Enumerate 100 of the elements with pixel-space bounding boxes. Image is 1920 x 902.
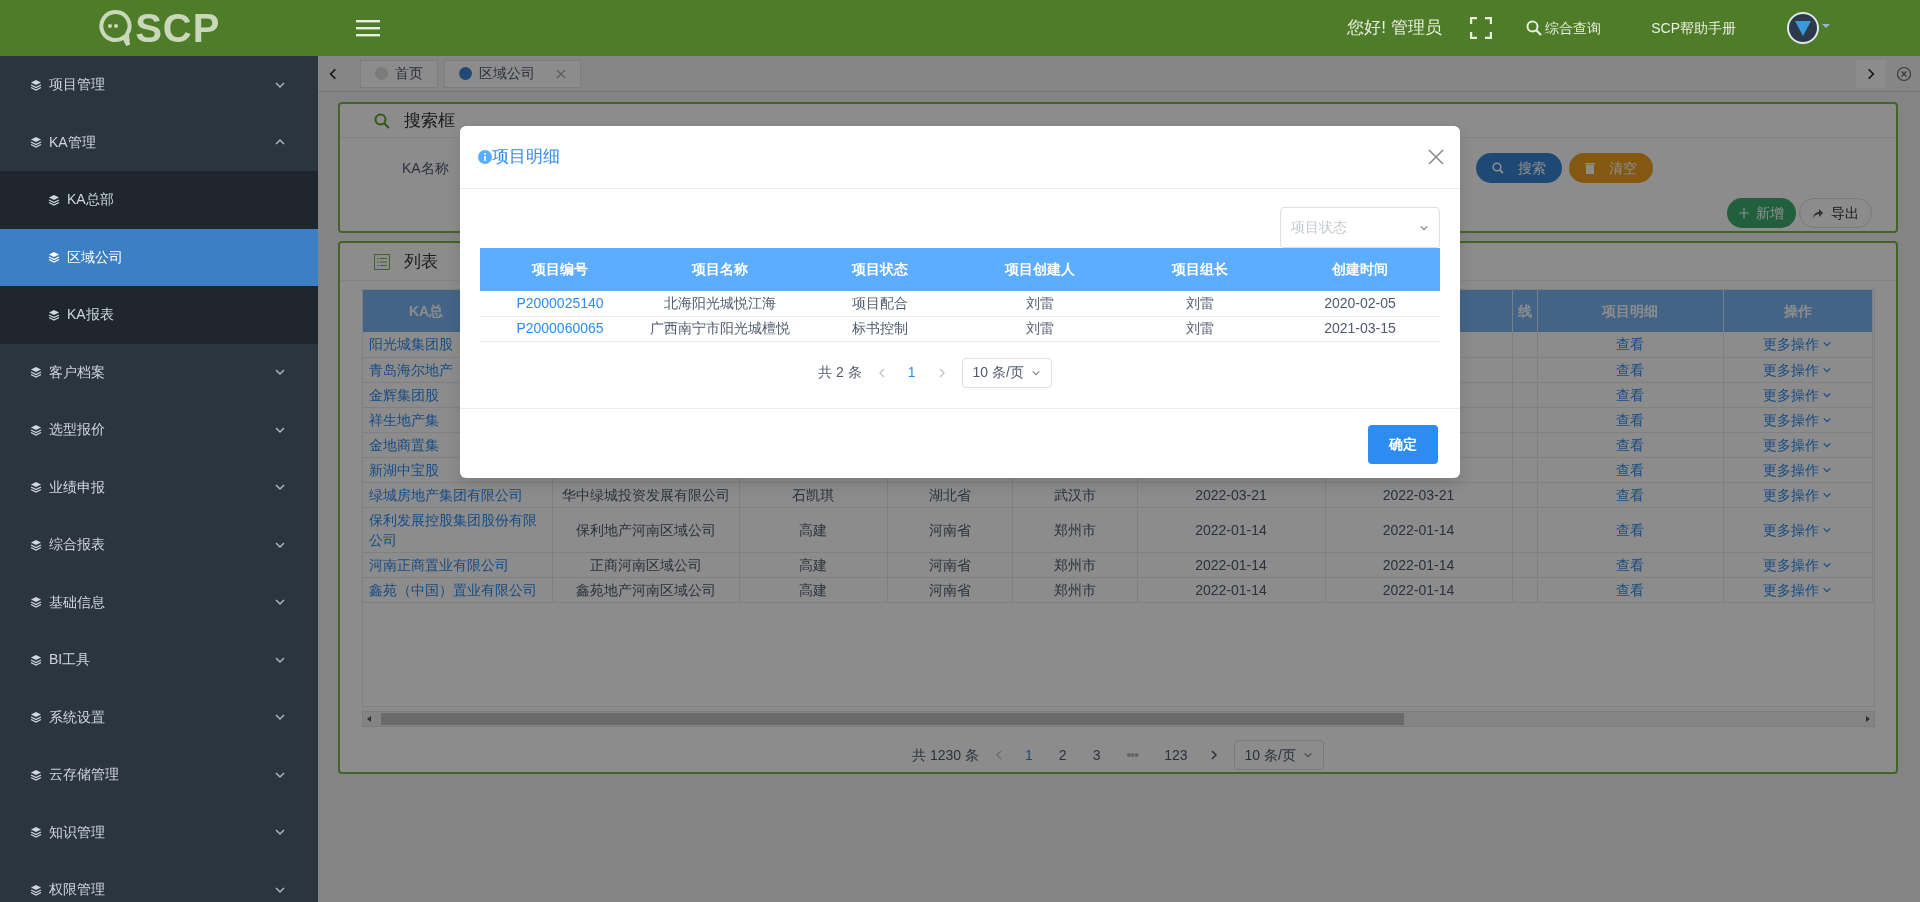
search-icon	[1492, 162, 1504, 174]
sidebar-item[interactable]: KA管理	[0, 113, 318, 171]
trash-icon	[1585, 162, 1595, 174]
company-link[interactable]: 河南正商置业有限公司	[369, 554, 548, 575]
view-link[interactable]: 查看	[1541, 519, 1719, 540]
layers-icon	[30, 538, 42, 551]
view-link[interactable]: 查看	[1541, 434, 1719, 455]
table-cell: 华中绿城投资发展有限公司	[561, 486, 730, 503]
close-icon[interactable]	[1428, 149, 1444, 165]
tab[interactable]: 区域公司	[444, 59, 581, 88]
table-cell: 刘雷	[1026, 294, 1054, 311]
sidebar-item[interactable]: KA报表	[0, 286, 318, 344]
sidebar-item[interactable]: 权限管理	[0, 861, 318, 902]
view-link[interactable]: 查看	[1541, 359, 1719, 380]
list-icon	[374, 253, 390, 270]
view-link[interactable]: 查看	[1541, 459, 1719, 480]
sidebar-item[interactable]: 业绩申报	[0, 458, 318, 516]
more-actions-dropdown[interactable]: 更多操作	[1762, 554, 1833, 575]
sidebar-item[interactable]: 综合报表	[0, 516, 318, 574]
layers-icon	[30, 653, 42, 666]
plus-icon	[1738, 208, 1749, 218]
page-size-select[interactable]: 10 条/页	[1233, 740, 1324, 770]
menu-icon[interactable]	[356, 18, 380, 38]
page-number[interactable]: 3	[1086, 744, 1107, 766]
sidebar-item[interactable]: KA总部	[0, 171, 318, 229]
page-number[interactable]: 1	[901, 362, 922, 383]
table-cell: 2020-02-05	[1324, 294, 1396, 311]
more-actions-dropdown[interactable]: 更多操作	[1762, 484, 1833, 505]
layers-icon	[30, 826, 42, 839]
sidebar-item[interactable]: BI工具	[0, 631, 318, 689]
sidebar-item[interactable]: 区域公司	[0, 228, 318, 286]
page-size-select[interactable]: 10 条/页	[961, 357, 1052, 388]
sidebar-item[interactable]: 云存储管理	[0, 746, 318, 804]
layers-icon	[30, 481, 42, 494]
share-icon	[1812, 207, 1824, 219]
sidebar-item[interactable]: 基础信息	[0, 573, 318, 631]
page-number[interactable]: 2	[1052, 744, 1073, 766]
project-link[interactable]: P2000025140	[516, 294, 604, 311]
fullscreen-icon[interactable]	[1469, 17, 1492, 39]
more-actions-dropdown[interactable]: 更多操作	[1762, 334, 1833, 355]
company-link[interactable]: 绿城房地产集团有限公司	[369, 484, 548, 505]
more-actions-dropdown[interactable]: 更多操作	[1762, 409, 1833, 430]
company-link[interactable]: 鑫苑（中国）置业有限公司	[369, 579, 548, 600]
chevron-down-icon	[1302, 750, 1313, 760]
view-link[interactable]: 查看	[1541, 554, 1719, 575]
table-cell: 刘雷	[1186, 320, 1214, 336]
sidebar-item[interactable]: 选型报价	[0, 401, 318, 459]
more-actions-dropdown[interactable]: 更多操作	[1762, 359, 1833, 380]
layers-icon	[30, 883, 42, 896]
table-cell: 郑州市	[1053, 521, 1096, 538]
search-button[interactable]: 搜索	[1476, 153, 1562, 183]
view-link[interactable]: 查看	[1541, 384, 1719, 405]
logo-icon	[97, 9, 132, 47]
confirm-button[interactable]: 确定	[1368, 424, 1438, 464]
panel-title: 列表	[404, 250, 438, 273]
view-link[interactable]: 查看	[1541, 484, 1719, 505]
table-cell: 正商河南区域公司	[589, 556, 702, 573]
header-link[interactable]: 综合查询	[1525, 17, 1602, 39]
add-button[interactable]: 新增	[1726, 198, 1796, 228]
sidebar-item[interactable]: 项目管理	[0, 56, 318, 114]
more-actions-dropdown[interactable]: 更多操作	[1762, 384, 1833, 405]
more-actions-dropdown[interactable]: 更多操作	[1762, 579, 1833, 600]
table-cell: 刘雷	[1186, 294, 1214, 311]
header-link[interactable]: SCP帮助手册	[1651, 17, 1736, 39]
sidebar-item[interactable]: 知识管理	[0, 803, 318, 861]
layers-icon	[30, 711, 42, 724]
column-header: 项目明细	[1602, 302, 1658, 319]
clear-button[interactable]: 清空	[1569, 153, 1653, 183]
avatar-icon[interactable]	[1786, 11, 1830, 45]
more-actions-dropdown[interactable]: 更多操作	[1762, 519, 1833, 540]
table-cell: 2022-03-21	[1195, 486, 1267, 503]
more-actions-dropdown[interactable]: 更多操作	[1762, 434, 1833, 455]
layers-icon	[30, 596, 42, 609]
field-label: KA名称	[402, 158, 449, 178]
project-link[interactable]: P2000060065	[516, 320, 604, 336]
view-link[interactable]: 查看	[1541, 579, 1719, 600]
close-icon[interactable]	[556, 68, 566, 79]
more-actions-dropdown[interactable]: 更多操作	[1762, 459, 1833, 480]
export-button[interactable]: 导出	[1799, 198, 1872, 228]
company-link[interactable]: 保利发展控股集团股份有限公司	[369, 509, 548, 550]
horizontal-scrollbar[interactable]	[362, 711, 1875, 727]
sidebar-item[interactable]: 系统设置	[0, 688, 318, 746]
layers-icon	[30, 78, 42, 91]
scrollbar-thumb[interactable]	[381, 713, 1404, 725]
layers-icon	[48, 308, 60, 321]
table-cell: 鑫苑地产河南区域公司	[575, 581, 716, 598]
page-number[interactable]: 1	[1019, 744, 1039, 766]
page-number[interactable]: 123	[1158, 744, 1194, 766]
view-link[interactable]: 查看	[1541, 409, 1719, 430]
table-cell: 2021-03-15	[1324, 320, 1396, 336]
view-link[interactable]: 查看	[1541, 334, 1719, 355]
sidebar-item[interactable]: 客户档案	[0, 343, 318, 401]
info-icon	[478, 150, 492, 164]
close-all-icon[interactable]	[1896, 65, 1912, 82]
tab[interactable]: 首页	[360, 59, 438, 88]
total-count: 共 1230 条	[912, 745, 980, 765]
more-pages[interactable]: •••	[1120, 744, 1145, 766]
scroll-right-button[interactable]	[1856, 59, 1886, 88]
column-header: 项目编号	[532, 261, 588, 277]
table-cell: 高建	[799, 556, 827, 573]
